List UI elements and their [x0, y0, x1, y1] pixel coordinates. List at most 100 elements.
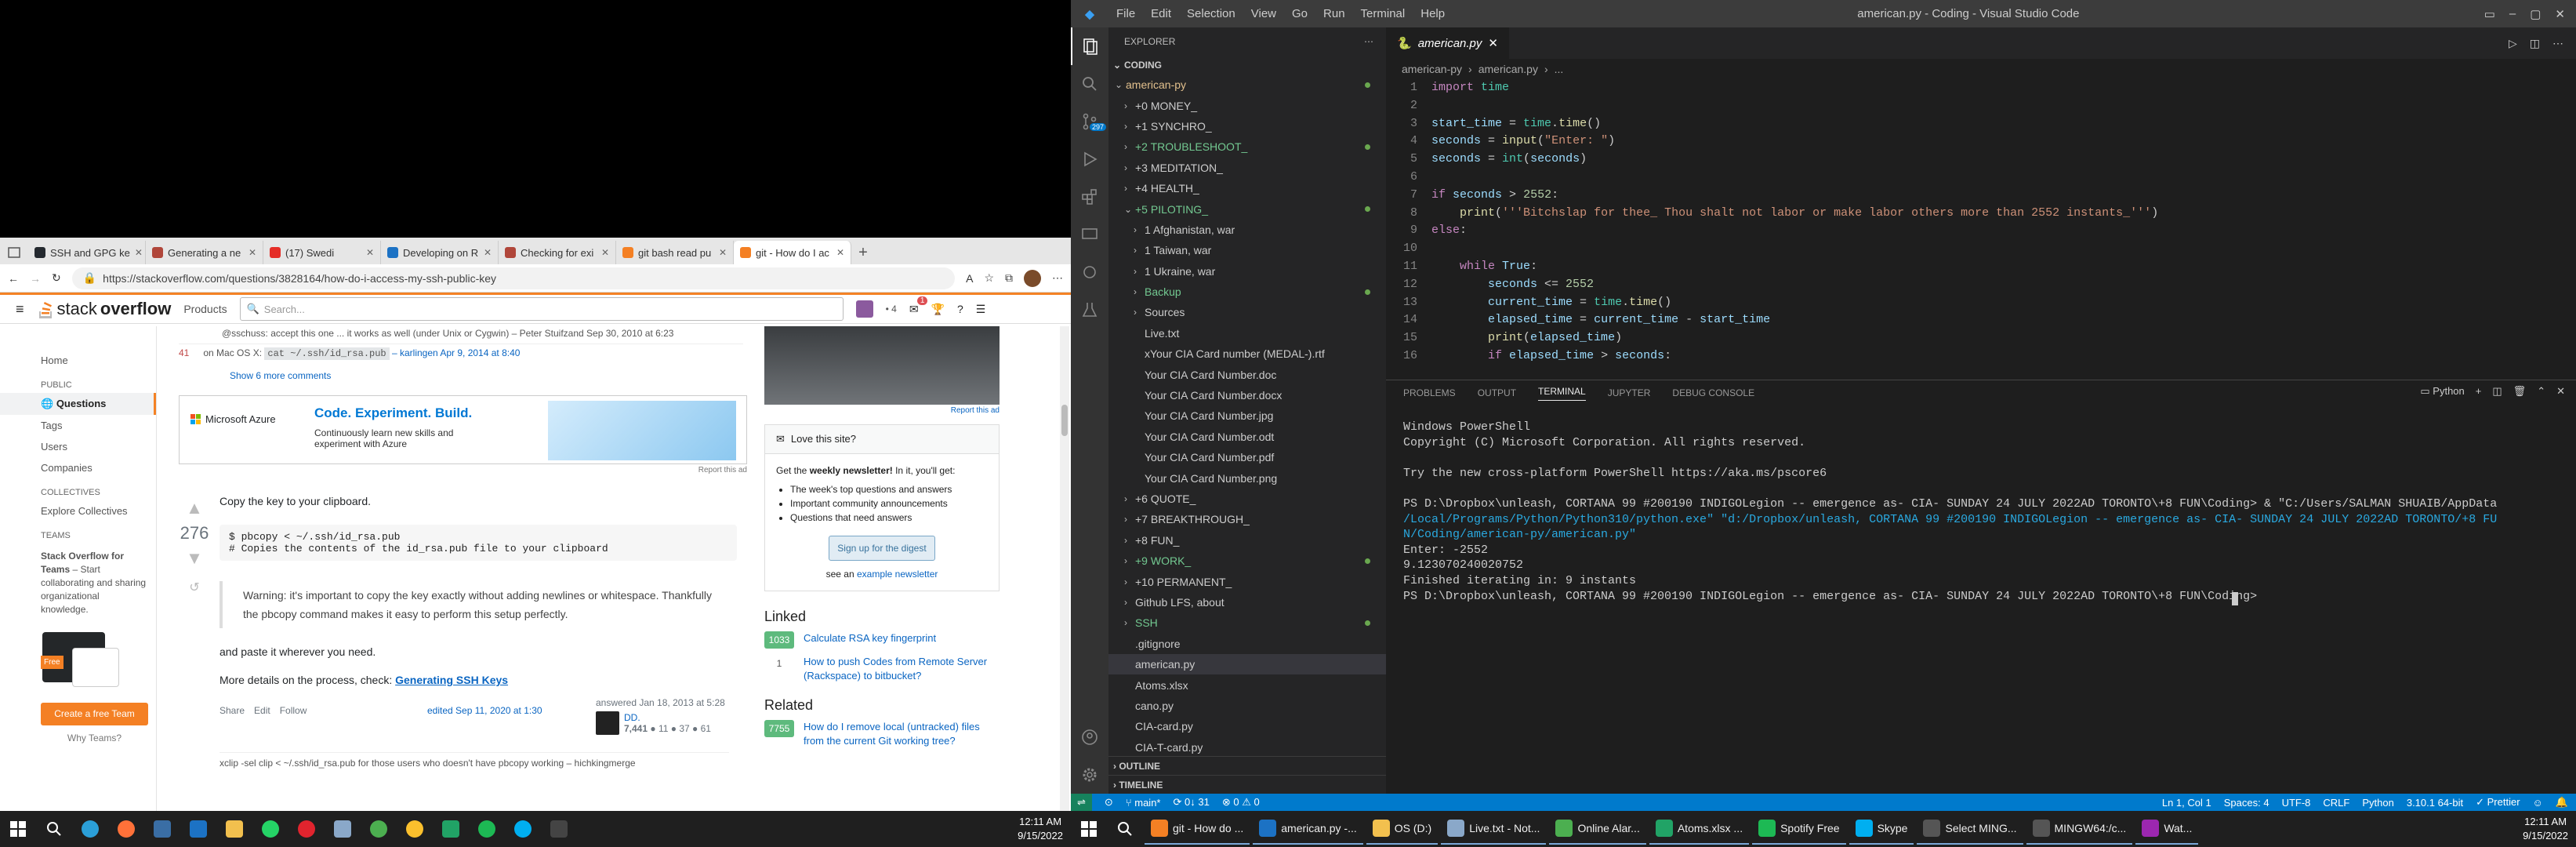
run-debug-icon[interactable]	[1071, 140, 1108, 178]
user-avatar[interactable]	[855, 300, 873, 318]
browser-tab[interactable]: git - How do I ac ✕	[734, 241, 851, 264]
sidebar-ad-report[interactable]: Report this ad	[764, 406, 1000, 415]
taskbar-clock-left[interactable]: 12:11 AM 9/15/2022	[1010, 815, 1071, 843]
read-aloud-icon[interactable]: A	[966, 272, 973, 285]
close-tab-icon[interactable]: ✕	[484, 247, 492, 258]
page-scrollbar[interactable]	[1060, 326, 1069, 811]
achievements-icon[interactable]: 🏆	[931, 303, 945, 316]
products-link[interactable]: Products	[183, 303, 227, 315]
taskbar-app[interactable]: Online Alar...	[1549, 813, 1646, 845]
python-interpreter[interactable]: 3.10.1 64-bit	[2407, 797, 2463, 809]
remote-explorer-icon[interactable]	[1071, 216, 1108, 253]
notifications-icon[interactable]: 🔔	[2556, 796, 2568, 809]
browser-tab[interactable]: git bash read pu ✕	[616, 241, 734, 264]
new-tab-button[interactable]: +	[851, 241, 875, 264]
vscode-icon[interactable]	[183, 813, 214, 845]
tree-folder[interactable]: › 1 Ukraine, war	[1108, 261, 1386, 282]
tree-file[interactable]: .gitignore	[1108, 634, 1386, 654]
eol[interactable]: CRLF	[2323, 797, 2349, 809]
edit-link[interactable]: Edit	[254, 705, 270, 752]
taskbar-app[interactable]: Skype	[1849, 813, 1914, 845]
remote-indicator-icon[interactable]: ⇌	[1071, 794, 1092, 811]
edited-info[interactable]: edited Sep 11, 2020 at 1:30	[427, 705, 542, 716]
close-tab-icon[interactable]: ✕	[1488, 36, 1498, 50]
tree-file[interactable]: cano.py	[1108, 696, 1386, 716]
menu-item-terminal[interactable]: Terminal	[1353, 7, 1413, 20]
start-icon[interactable]	[2, 813, 34, 845]
excel-icon[interactable]	[435, 813, 466, 845]
breadcrumb-item[interactable]: ...	[1555, 63, 1564, 75]
answer-user[interactable]: DD.	[624, 712, 711, 723]
tree-file[interactable]: Your CIA Card Number.pdf	[1108, 447, 1386, 467]
menu-item-help[interactable]: Help	[1413, 7, 1453, 20]
taskbar-app[interactable]: Spotify Free	[1752, 813, 1846, 845]
tree-folder[interactable]: › +1 SYNCHRO_	[1108, 116, 1386, 136]
create-team-button[interactable]: Create a free Team	[41, 703, 148, 725]
whatsapp-icon[interactable]	[255, 813, 286, 845]
tree-file[interactable]: xYour CIA Card number (MEDAL-).rtf	[1108, 344, 1386, 364]
tree-file[interactable]: Live.txt	[1108, 323, 1386, 344]
workspaces-icon[interactable]	[2, 241, 26, 264]
inbox-icon[interactable]: ✉ 1	[909, 296, 928, 316]
site-switcher-icon[interactable]: ☰	[976, 303, 986, 316]
nav-users[interactable]: Users	[0, 436, 156, 457]
start-icon[interactable]	[1073, 813, 1105, 845]
tree-folder[interactable]: › +9 WORK_	[1108, 551, 1386, 571]
tree-file[interactable]: Your CIA Card Number.jpg	[1108, 405, 1386, 426]
clock-app-icon[interactable]	[363, 813, 394, 845]
editor-more-icon[interactable]: ⋯	[2552, 37, 2563, 50]
problems-indicator[interactable]: ⊗ 0 ⚠ 0	[1222, 796, 1260, 809]
azure-ad[interactable]: Microsoft Azure Code. Experiment. Build.…	[179, 395, 747, 464]
tree-folder[interactable]: › +8 FUN_	[1108, 530, 1386, 551]
firefox-icon[interactable]	[111, 813, 142, 845]
skype-icon[interactable]	[507, 813, 539, 845]
indentation[interactable]: Spaces: 4	[2224, 797, 2269, 809]
related-question[interactable]: 1033 Calculate RSA key fingerprint	[764, 631, 1000, 649]
tree-folder[interactable]: › +7 BREAKTHROUGH_	[1108, 509, 1386, 529]
address-bar[interactable]: 🔒 https://stackoverflow.com/questions/38…	[71, 267, 956, 289]
menu-item-run[interactable]: Run	[1315, 7, 1353, 20]
tree-file[interactable]: CIA-card.py	[1108, 716, 1386, 736]
back-icon[interactable]: ←	[8, 272, 19, 285]
taskbar-app[interactable]: Wat...	[2135, 813, 2199, 845]
browser-tab[interactable]: (17) Swedi ✕	[263, 241, 381, 264]
close-tab-icon[interactable]: ✕	[135, 247, 143, 258]
taskbar-app[interactable]: OS (D:)	[1366, 813, 1439, 845]
tree-folder[interactable]: › +10 PERMANENT_	[1108, 571, 1386, 591]
tree-folder[interactable]: ⌄ american-py	[1108, 75, 1386, 95]
tree-file[interactable]: Your CIA Card Number.docx	[1108, 385, 1386, 405]
close-panel-icon[interactable]: ✕	[2556, 385, 2565, 398]
language-mode[interactable]: Python	[2362, 797, 2393, 809]
breadcrumb-item[interactable]: american-py	[1402, 63, 1462, 75]
spotify-icon[interactable]	[471, 813, 503, 845]
search-icon[interactable]	[38, 813, 70, 845]
tree-file[interactable]: Atoms.xlsx	[1108, 674, 1386, 695]
cursor-position[interactable]: Ln 1, Col 1	[2162, 797, 2211, 809]
share-link[interactable]: Share	[220, 705, 245, 752]
testing-icon[interactable]	[1071, 291, 1108, 329]
panel-tab-debug-console[interactable]: DEBUG CONSOLE	[1672, 387, 1754, 398]
close-icon[interactable]: ✕	[2555, 7, 2565, 21]
history-icon[interactable]: ↺	[179, 580, 210, 595]
maximize-icon[interactable]: ▢	[2530, 7, 2541, 21]
tree-file[interactable]: Your CIA Card Number.png	[1108, 467, 1386, 488]
nav-questions[interactable]: 🌐 Questions	[0, 393, 156, 415]
settings-gear-icon[interactable]	[1071, 756, 1108, 794]
prettier-status[interactable]: ✓ Prettier	[2476, 796, 2520, 809]
example-newsletter-link[interactable]: example newsletter	[857, 569, 938, 580]
opera-icon[interactable]	[291, 813, 322, 845]
profile-avatar[interactable]	[1024, 269, 1041, 287]
why-teams-link[interactable]: Why Teams?	[41, 732, 148, 745]
panel-tab-terminal[interactable]: TERMINAL	[1538, 386, 1586, 401]
editor-tab-american[interactable]: 🐍 american.py ✕	[1386, 27, 1509, 59]
tree-file[interactable]: Your CIA Card Number.doc	[1108, 364, 1386, 384]
split-terminal-icon[interactable]: ◫	[2492, 385, 2502, 398]
tree-folder[interactable]: › 1 Afghanistan, war	[1108, 220, 1386, 240]
edge-icon[interactable]	[74, 813, 106, 845]
new-terminal-icon[interactable]: +	[2476, 385, 2482, 398]
layout-icon[interactable]: ▭	[2484, 7, 2495, 21]
workspace-header[interactable]: ⌄ CODING	[1108, 56, 1386, 75]
ad-report[interactable]: Report this ad	[179, 466, 747, 474]
tree-file[interactable]: american.py	[1108, 653, 1386, 675]
terminal-shell-label[interactable]: ▭ Python	[2420, 385, 2464, 398]
